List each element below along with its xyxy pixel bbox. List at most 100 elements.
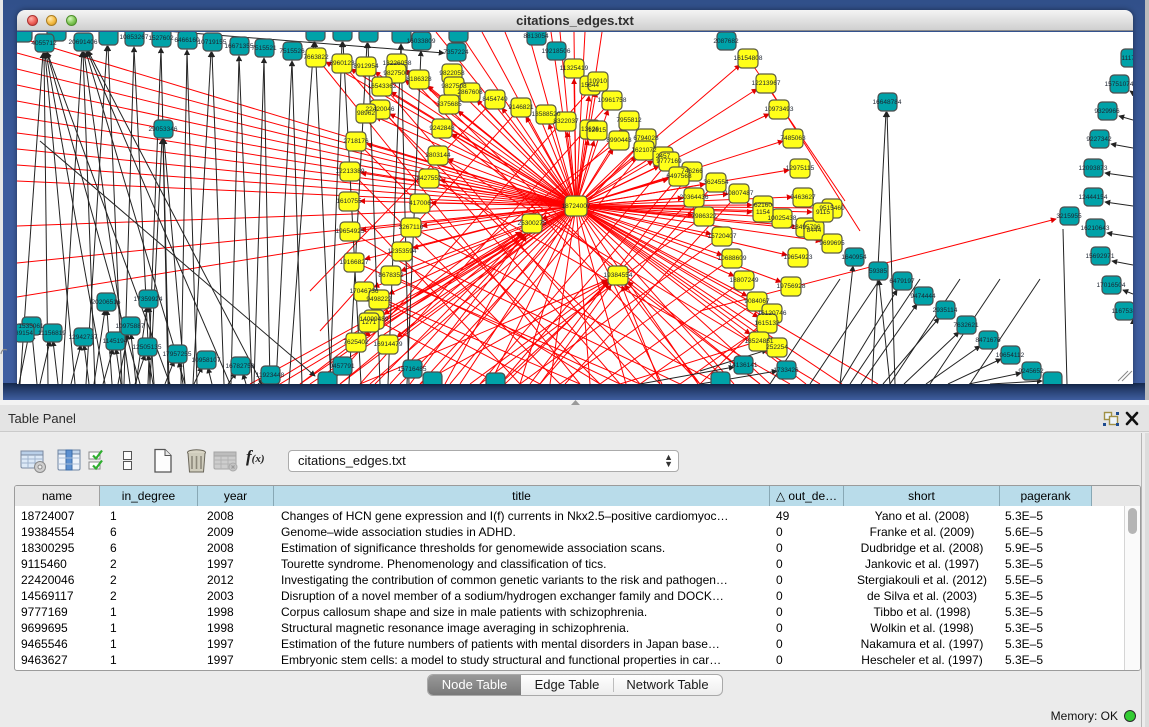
svg-text:8454749: 8454749 [482,96,508,103]
svg-text:8990443: 8990443 [606,137,632,144]
svg-text:59385: 59385 [869,268,887,275]
svg-text:8186328: 8186328 [406,76,432,83]
svg-text:9463627: 9463627 [790,194,816,201]
svg-text:3375685: 3375685 [436,101,462,108]
svg-text:9822058: 9822058 [439,70,465,77]
svg-text:7663822: 7663822 [303,54,329,61]
svg-text:7485063: 7485063 [780,135,806,142]
svg-text:8322037: 8322037 [553,118,579,125]
svg-text:1615132: 1615132 [754,320,780,327]
svg-text:12615: 12615 [588,127,606,134]
svg-text:9227342: 9227342 [1086,136,1112,143]
svg-text:19166827: 19166827 [340,259,369,266]
svg-text:9329966: 9329966 [1094,108,1120,115]
svg-text:18807249: 18807249 [730,277,759,284]
svg-text:9498222: 9498222 [366,296,392,303]
svg-text:6794028: 6794028 [633,135,659,142]
svg-text:9699695: 9699695 [819,240,845,247]
svg-text:7955812: 7955812 [616,117,642,124]
svg-text:10961758: 10961758 [598,97,627,104]
svg-text:7515526: 7515526 [279,48,305,55]
svg-text:417006: 417006 [409,200,431,207]
svg-text:2935114: 2935114 [933,307,958,314]
svg-text:8912954: 8912954 [353,63,379,70]
svg-text:16543362: 16543362 [368,83,397,90]
svg-text:7986322: 7986322 [691,213,717,220]
svg-text:12213967: 12213967 [752,80,781,87]
svg-text:10958107: 10958107 [192,357,221,364]
svg-text:14136141: 14136141 [729,362,758,369]
svg-text:9242848: 9242848 [429,125,455,132]
svg-text:1527602: 1527602 [148,35,174,42]
svg-text:16648784: 16648784 [873,99,902,106]
svg-text:10910: 10910 [589,78,607,85]
svg-text:17046736: 17046736 [350,288,379,295]
svg-text:19756928: 19756928 [777,283,806,290]
svg-text:3267110: 3267110 [399,224,424,231]
svg-text:7625402: 7625402 [343,339,369,346]
svg-text:11156819: 11156819 [38,330,66,337]
svg-text:98962: 98962 [357,110,375,117]
svg-text:10025438: 10025438 [768,215,797,222]
svg-text:8960123: 8960123 [329,60,355,67]
svg-text:19218506: 19218506 [542,48,571,55]
svg-text:2718176: 2718176 [343,138,369,145]
svg-text:9474444: 9474444 [910,293,936,300]
svg-text:1271: 1271 [362,319,377,326]
svg-text:17359924: 17359924 [134,296,163,303]
svg-text:20364436: 20364436 [680,194,709,201]
svg-text:7632621: 7632621 [953,322,979,329]
svg-text:9245652: 9245652 [1018,368,1044,375]
svg-text:16154808: 16154808 [734,55,763,62]
svg-text:9115: 9115 [816,209,830,216]
svg-text:29053346: 29053346 [149,126,178,133]
svg-text:10719155: 10719155 [198,39,227,46]
svg-text:7515521: 7515521 [251,45,277,52]
svg-text:16671355: 16671355 [225,43,254,50]
svg-text:9146821: 9146821 [508,104,534,111]
svg-text:19654925: 19654925 [336,228,365,235]
svg-text:9084067: 9084067 [744,298,770,305]
svg-text:9827500: 9827500 [383,70,409,77]
svg-text:12093873: 12093873 [1079,165,1108,172]
svg-text:16210643: 16210643 [1081,225,1110,232]
svg-text:4055712: 4055712 [31,40,57,47]
svg-text:11325419: 11325419 [560,65,589,72]
svg-text:1640954: 1640954 [841,254,867,261]
svg-text:19384554: 19384554 [604,272,633,279]
svg-text:12353594: 12353594 [388,248,417,255]
svg-text:19654923: 19654923 [784,254,813,261]
svg-text:15716485: 15716485 [398,366,427,373]
svg-text:15751074: 15751074 [1105,81,1133,88]
svg-text:10688609: 10688609 [718,255,747,262]
svg-text:12975115: 12975115 [786,165,815,172]
svg-text:6479197: 6479197 [889,278,915,285]
svg-text:12505135: 12505135 [133,344,162,351]
svg-text:15692971: 15692971 [1086,253,1115,260]
svg-text:11172: 11172 [1121,55,1133,62]
svg-text:18724007: 18724007 [562,203,591,210]
svg-text:16120746: 16120746 [758,310,787,317]
svg-text:9457791: 9457791 [329,363,355,370]
svg-text:7357224: 7357224 [443,49,469,56]
svg-text:8427552: 8427552 [416,175,442,182]
svg-text:10853267: 10853267 [120,34,149,41]
svg-text:10807487: 10807487 [725,190,754,197]
svg-text:11923448: 11923448 [256,372,285,379]
svg-text:12444154: 12444154 [1079,194,1108,201]
svg-text:2087682: 2087682 [713,38,739,45]
svg-text:252254: 252254 [766,344,788,351]
svg-text:1733426: 1733426 [773,367,799,374]
svg-text:10654112: 10654112 [996,352,1025,359]
svg-text:2803144: 2803144 [425,152,451,159]
svg-text:1621072: 1621072 [631,147,657,154]
svg-text:3624554: 3624554 [703,179,729,186]
svg-text:16782759: 16782759 [226,363,255,370]
svg-text:13588520: 13588520 [532,111,561,118]
svg-text:13226058: 13226058 [383,60,412,67]
svg-text:16914479: 16914479 [374,341,403,348]
svg-text:25300275: 25300275 [518,220,547,227]
svg-text:9777169: 9777169 [656,158,682,165]
svg-text:10973493: 10973493 [765,106,794,113]
svg-text:1610755: 1610755 [336,198,362,205]
